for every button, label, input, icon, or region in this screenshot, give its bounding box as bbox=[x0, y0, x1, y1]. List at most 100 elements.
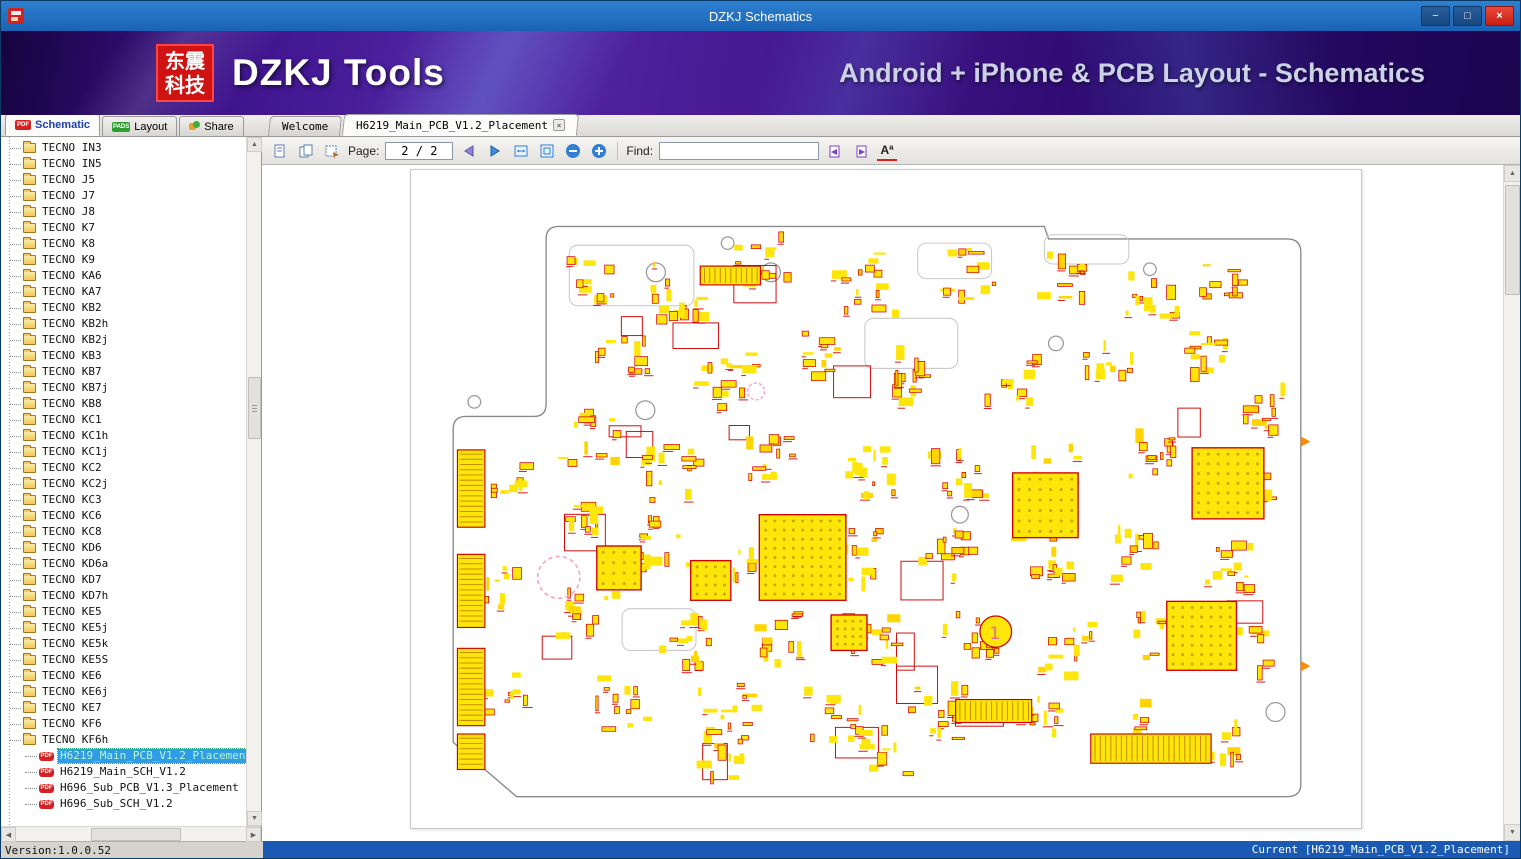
tree-folder-item[interactable]: TECNO KC1h bbox=[1, 428, 246, 444]
doc-tab-close-icon[interactable]: × bbox=[553, 119, 566, 131]
tree-folder-item[interactable]: TECNO J8 bbox=[1, 204, 246, 220]
tree-file-item[interactable]: PDF H696_Sub_SCH_V1.2 bbox=[1, 796, 246, 812]
minimize-button[interactable]: − bbox=[1421, 6, 1450, 26]
tree-folder-item[interactable]: TECNO J5 bbox=[1, 172, 246, 188]
scrollbar-thumb[interactable] bbox=[248, 377, 261, 439]
snapshot-icon[interactable] bbox=[322, 141, 342, 161]
tree-folder-item[interactable]: TECNO KD6a bbox=[1, 556, 246, 572]
tab-layout[interactable]: PADS Layout bbox=[102, 116, 178, 136]
tree-item-label: H696_Sub_PCB_V1.3_Placement bbox=[60, 781, 239, 794]
tree-item-label: TECNO KC1h bbox=[42, 429, 109, 442]
tree-folder-item[interactable]: TECNO KC1j bbox=[1, 444, 246, 460]
zoom-out-button[interactable] bbox=[563, 141, 583, 161]
fit-width-button[interactable] bbox=[511, 141, 531, 161]
tree-folder-item[interactable]: TECNO KE7 bbox=[1, 700, 246, 716]
scroll-left-button[interactable]: ◀ bbox=[1, 827, 16, 842]
scroll-up-button[interactable]: ▲ bbox=[247, 137, 262, 152]
tree-item-label: TECNO KB3 bbox=[42, 349, 102, 362]
statusbar: Version:1.0.0.52 Current [H6219_Main_PCB… bbox=[1, 841, 1520, 858]
tree-folder-item[interactable]: TECNO KB7 bbox=[1, 364, 246, 380]
brand-logo: 东震 科技 bbox=[156, 44, 214, 102]
find-input[interactable] bbox=[659, 141, 820, 160]
tree-folder-item[interactable]: TECNO KB2j bbox=[1, 332, 246, 348]
tree-folder-item[interactable]: TECNO KA6 bbox=[1, 268, 246, 284]
tree-folder-item[interactable]: TECNO KE5k bbox=[1, 636, 246, 652]
tree-folder-item[interactable]: TECNO IN5 bbox=[1, 156, 246, 172]
find-previous-button[interactable] bbox=[825, 141, 845, 161]
tree-item-label: TECNO J5 bbox=[42, 173, 95, 186]
sidebar-horizontal-scrollbar[interactable]: ◀ ▶ bbox=[1, 826, 261, 842]
sidebar-tree: TECNO IN3 TECNO IN5 TECNO J5 TECNO J7 TECNO … bbox=[1, 137, 246, 826]
previous-page-button[interactable] bbox=[459, 141, 479, 161]
tree-folder-item[interactable]: TECNO KE5 bbox=[1, 604, 246, 620]
tab-share[interactable]: Share bbox=[179, 116, 244, 136]
tree-item-label: TECNO KC6 bbox=[42, 509, 102, 522]
tree-item-label: H6219_Main_SCH_V1.2 bbox=[60, 765, 186, 778]
tab-schematic[interactable]: PDF Schematic bbox=[5, 114, 101, 136]
tree-folder-item[interactable]: TECNO KC2 bbox=[1, 460, 246, 476]
tree-folder-item[interactable]: TECNO KF6 bbox=[1, 716, 246, 732]
document-canvas[interactable]: 1 ▲ ▼ bbox=[262, 165, 1520, 841]
tree-folder-item[interactable]: TECNO KD7 bbox=[1, 572, 246, 588]
scrollbar-thumb[interactable] bbox=[1505, 185, 1520, 295]
tree-folder-item[interactable]: TECNO KE5S bbox=[1, 652, 246, 668]
copy-page-icon[interactable] bbox=[296, 141, 316, 161]
scrollbar-thumb[interactable] bbox=[91, 828, 181, 841]
folder-icon bbox=[23, 621, 36, 633]
tree-folder-item[interactable]: TECNO KC3 bbox=[1, 492, 246, 508]
tree-folder-item[interactable]: TECNO IN3 bbox=[1, 140, 246, 156]
page-number-input[interactable] bbox=[385, 141, 454, 160]
tree-file-item[interactable]: PDF H6219_Main_SCH_V1.2 bbox=[1, 764, 246, 780]
tab-share-label: Share bbox=[204, 120, 234, 133]
app-window: DZKJ Schematics − □ × 东震 科技 DZKJ Tools A… bbox=[0, 0, 1521, 859]
tree-folder-item[interactable]: TECNO K7 bbox=[1, 220, 246, 236]
canvas-vertical-scrollbar[interactable]: ▲ ▼ bbox=[1503, 165, 1520, 841]
scroll-down-button[interactable]: ▼ bbox=[1504, 824, 1520, 841]
tree-folder-item[interactable]: TECNO KC6 bbox=[1, 508, 246, 524]
maximize-button[interactable]: □ bbox=[1453, 6, 1482, 26]
sidebar-vertical-scrollbar[interactable]: ▲ ▼ bbox=[246, 137, 262, 826]
tree-folder-item[interactable]: TECNO KE5j bbox=[1, 620, 246, 636]
find-next-button[interactable] bbox=[851, 141, 871, 161]
next-page-button[interactable] bbox=[485, 141, 505, 161]
tab-layout-label: Layout bbox=[134, 120, 168, 133]
zoom-in-button[interactable] bbox=[589, 141, 609, 161]
tree-folder-item[interactable]: TECNO KC1 bbox=[1, 412, 246, 428]
tree-folder-item[interactable]: TECNO KB8 bbox=[1, 396, 246, 412]
tree-folder-item[interactable]: TECNO KF6h bbox=[1, 732, 246, 748]
tree-folder-item[interactable]: TECNO KB7j bbox=[1, 380, 246, 396]
scroll-right-button[interactable]: ▶ bbox=[246, 827, 261, 842]
tree-folder-item[interactable]: TECNO KB2h bbox=[1, 316, 246, 332]
folder-icon bbox=[23, 653, 36, 665]
scroll-down-button[interactable]: ▼ bbox=[247, 811, 262, 826]
tree-folder-item[interactable]: TECNO KE6j bbox=[1, 684, 246, 700]
tree-folder-item[interactable]: TECNO KB3 bbox=[1, 348, 246, 364]
tree-file-item[interactable]: PDF H696_Sub_PCB_V1.3_Placement bbox=[1, 780, 246, 796]
folder-icon bbox=[23, 365, 36, 377]
tree-folder-item[interactable]: TECNO J7 bbox=[1, 188, 246, 204]
tree-folder-item[interactable]: TECNO K9 bbox=[1, 252, 246, 268]
tree-file-item[interactable]: PDF H6219_Main_PCB_V1.2_Placement bbox=[1, 748, 246, 764]
tree-item-label: TECNO KE5k bbox=[42, 637, 109, 650]
page-thumbnail-icon[interactable] bbox=[270, 141, 290, 161]
tree-folder-item[interactable]: TECNO KA7 bbox=[1, 284, 246, 300]
doc-tab-placement[interactable]: H6219_Main_PCB_V1.2_Placement × bbox=[342, 114, 580, 136]
tree-folder-item[interactable]: TECNO K8 bbox=[1, 236, 246, 252]
tree-folder-item[interactable]: TECNO KB2 bbox=[1, 300, 246, 316]
tree-item-label: TECNO KA7 bbox=[42, 285, 102, 298]
tree-folder-item[interactable]: TECNO KD6 bbox=[1, 540, 246, 556]
tree-folder-item[interactable]: TECNO KE6 bbox=[1, 668, 246, 684]
folder-icon bbox=[23, 205, 36, 217]
folder-icon bbox=[23, 349, 36, 361]
tree-folder-item[interactable]: TECNO KD7h bbox=[1, 588, 246, 604]
tree-folder-item[interactable]: TECNO KC8 bbox=[1, 524, 246, 540]
tree-folder-item[interactable]: TECNO KC2j bbox=[1, 476, 246, 492]
pdf-page[interactable]: 1 bbox=[410, 169, 1362, 829]
scroll-up-button[interactable]: ▲ bbox=[1504, 165, 1520, 182]
close-button[interactable]: × bbox=[1485, 6, 1514, 26]
doc-tab-welcome[interactable]: Welcome bbox=[267, 116, 343, 136]
text-size-button[interactable]: Aª bbox=[877, 141, 898, 161]
tree-item-label: TECNO J8 bbox=[42, 205, 95, 218]
tree-item-label: TECNO KC2 bbox=[42, 461, 102, 474]
fit-page-button[interactable] bbox=[537, 141, 557, 161]
